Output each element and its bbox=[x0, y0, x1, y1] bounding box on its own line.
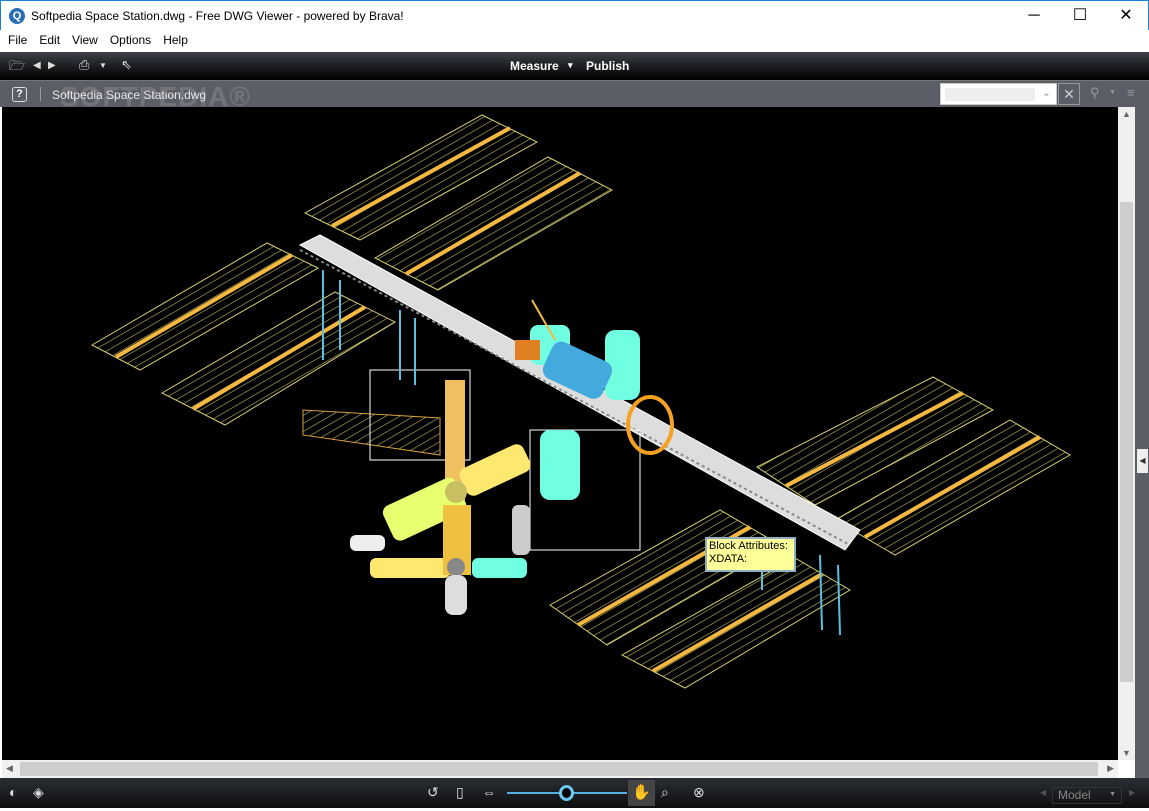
open-folder-icon[interactable]: 🗁 bbox=[9, 57, 25, 79]
space-station-drawing bbox=[90, 114, 1071, 689]
clear-search-button[interactable]: ✕ bbox=[1058, 83, 1080, 105]
next-layout-icon[interactable]: ▶ bbox=[1129, 788, 1135, 797]
measure-menu[interactable]: Measure bbox=[510, 59, 559, 73]
menu-view[interactable]: View bbox=[64, 30, 102, 47]
vertical-scroll-thumb[interactable] bbox=[1120, 202, 1133, 682]
measure-dropdown-icon[interactable]: ▾ bbox=[568, 60, 573, 71]
vertical-scrollbar[interactable]: ▲ ▼ bbox=[1118, 107, 1135, 760]
select-pointer-icon[interactable]: ⇖ bbox=[121, 57, 132, 73]
previous-icon[interactable]: ◀ bbox=[33, 60, 41, 71]
bottom-toolbar: ◐ ◈ ↺ ▯ ⇔ ✋ ⌕ ⊗ ◀ Model ▼ ▶ bbox=[0, 778, 1149, 808]
horizontal-scroll-thumb[interactable] bbox=[20, 762, 1098, 776]
search-input[interactable] bbox=[945, 88, 1035, 101]
fit-width-icon[interactable]: ⇔ bbox=[482, 784, 496, 800]
document-bar: SOFTPEDIA® ? Softpedia Space Station.dwg… bbox=[0, 80, 1149, 112]
zoom-window-icon[interactable]: ⌕ bbox=[661, 784, 669, 801]
chevron-down-icon[interactable]: ⌄ bbox=[1042, 86, 1051, 99]
scroll-left-icon[interactable]: ◀ bbox=[6, 763, 13, 774]
drawing-canvas[interactable]: Block Attributes: XDATA: bbox=[2, 107, 1118, 760]
scroll-up-icon[interactable]: ▲ bbox=[1122, 109, 1131, 119]
menu-edit[interactable]: Edit bbox=[31, 30, 64, 47]
search-options-icon[interactable]: ▼ bbox=[1109, 89, 1116, 96]
menu-bar: File Edit View Options Help bbox=[0, 30, 1149, 51]
zoom-extents-icon[interactable]: ⊗ bbox=[693, 784, 705, 801]
side-panel-toggle[interactable]: ◀ bbox=[1135, 107, 1149, 778]
scroll-down-icon[interactable]: ▼ bbox=[1122, 748, 1131, 758]
contrast-icon[interactable]: ◐ bbox=[9, 784, 17, 800]
radiators bbox=[322, 270, 841, 636]
search-icon[interactable]: ⚲ bbox=[1090, 85, 1100, 101]
document-tab[interactable]: Softpedia Space Station.dwg bbox=[52, 88, 206, 102]
expand-panel-icon[interactable]: ◀ bbox=[1137, 449, 1148, 473]
chevron-down-icon: ▼ bbox=[1109, 791, 1116, 798]
print-dropdown-icon[interactable]: ▼ bbox=[99, 61, 107, 70]
layout-select-value: Model bbox=[1058, 788, 1091, 802]
print-icon[interactable]: ⎙ bbox=[79, 57, 89, 73]
tooltip-line-block-attributes: Block Attributes: bbox=[709, 540, 788, 552]
horizontal-scrollbar[interactable]: ◀ ▶ bbox=[2, 760, 1118, 778]
sort-list-icon[interactable]: ≡ bbox=[1127, 85, 1135, 100]
tooltip-line-xdata: XDATA: bbox=[709, 553, 748, 565]
publish-menu[interactable]: Publish bbox=[586, 59, 629, 73]
maximize-button[interactable]: ☐ bbox=[1057, 1, 1103, 31]
layers-icon[interactable]: ◈ bbox=[33, 784, 44, 801]
fit-page-icon[interactable]: ▯ bbox=[456, 784, 464, 801]
toolbar: 🗁 ◀ ▶ ⎙ ▼ ⇖ Measure ▾ Publish bbox=[0, 52, 1149, 80]
block-attributes-tooltip: Block Attributes: XDATA: bbox=[705, 537, 796, 572]
app-icon: Q bbox=[9, 8, 25, 24]
title-bar: Q Softpedia Space Station.dwg - Free DWG… bbox=[0, 0, 1149, 30]
search-combobox[interactable]: ⌄ bbox=[940, 83, 1057, 105]
menu-file[interactable]: File bbox=[0, 30, 31, 47]
close-button[interactable]: ✕ bbox=[1103, 1, 1149, 31]
separator bbox=[40, 87, 41, 101]
layout-select[interactable]: Model ▼ bbox=[1052, 787, 1122, 804]
pan-hand-button[interactable]: ✋ bbox=[628, 780, 655, 806]
scroll-right-icon[interactable]: ▶ bbox=[1107, 763, 1114, 774]
help-button[interactable]: ? bbox=[12, 87, 27, 102]
next-icon[interactable]: ▶ bbox=[48, 60, 56, 71]
minimize-button[interactable]: ─ bbox=[1011, 1, 1057, 31]
prev-layout-icon[interactable]: ◀ bbox=[1040, 788, 1046, 797]
zoom-slider-thumb[interactable] bbox=[559, 785, 574, 801]
menu-options[interactable]: Options bbox=[102, 30, 155, 47]
window-title: Softpedia Space Station.dwg - Free DWG V… bbox=[31, 9, 404, 23]
menu-help[interactable]: Help bbox=[155, 30, 192, 47]
rotate-icon[interactable]: ↺ bbox=[427, 784, 439, 801]
